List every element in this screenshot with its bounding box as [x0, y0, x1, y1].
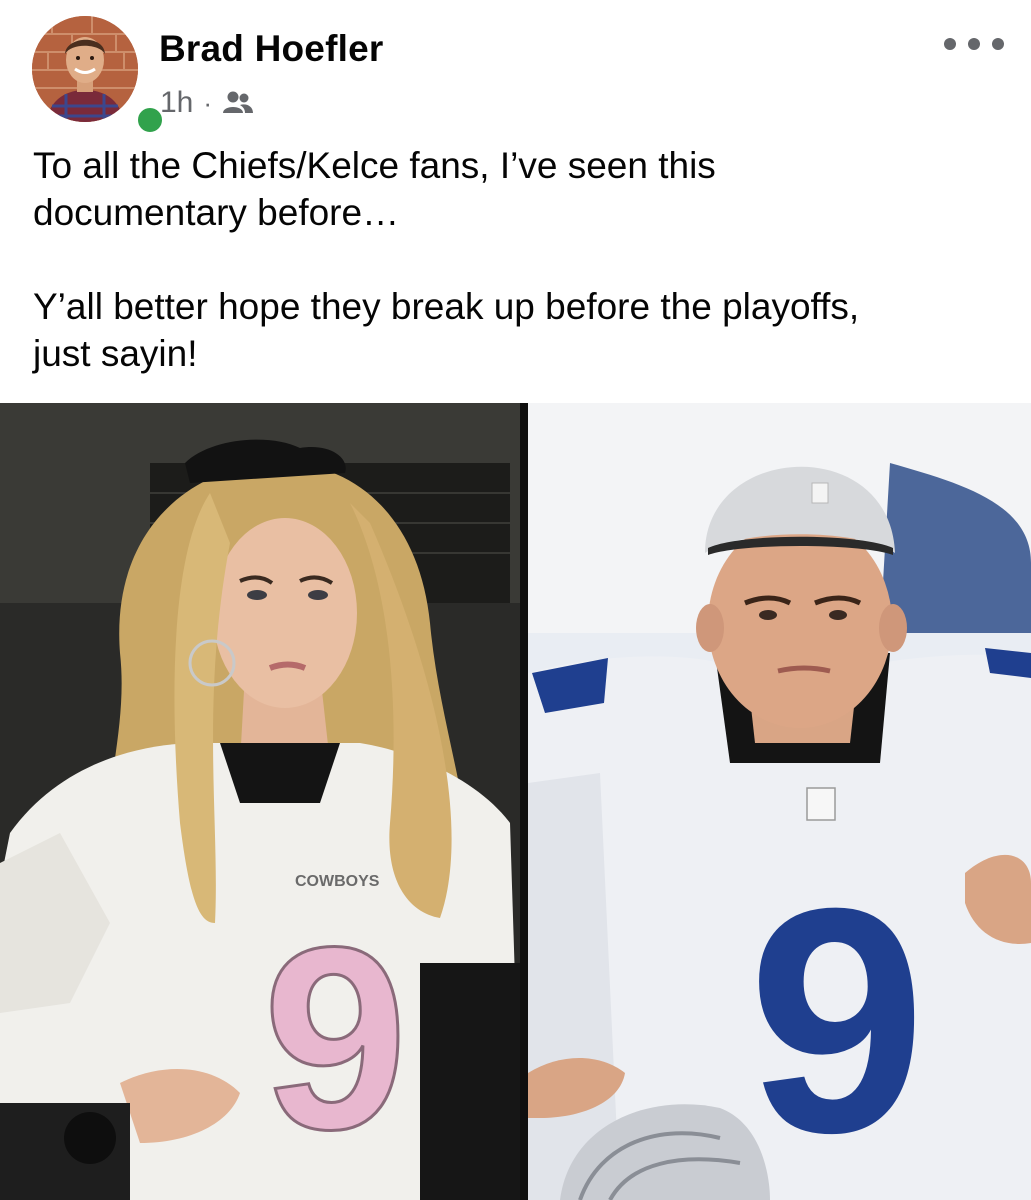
left-photo-panel: COWBOYS 9	[0, 403, 522, 1200]
post-photo[interactable]: COWBOYS 9 9	[0, 403, 1031, 1200]
more-dot	[944, 38, 956, 50]
friends-icon[interactable]	[222, 89, 254, 117]
post-meta: 1h ·	[160, 86, 254, 120]
left-jersey-number: 9	[263, 894, 408, 1184]
meta-separator: ·	[203, 87, 213, 118]
left-jersey-wordmark: COWBOYS	[295, 873, 380, 890]
right-jersey-number: 9	[748, 841, 926, 1199]
author-name[interactable]: Brad Hoefler	[159, 28, 383, 70]
post-text-line: just sayin!	[33, 333, 198, 374]
post-header: Brad Hoefler 1h ·	[0, 0, 1031, 136]
more-options-button[interactable]	[944, 26, 1004, 62]
photo-divider	[520, 403, 528, 1200]
author-avatar[interactable]	[32, 16, 166, 136]
post-message: To all the Chiefs/Kelce fans, I’ve seen …	[33, 142, 993, 377]
post-text-line: To all the Chiefs/Kelce fans, I’ve seen …	[33, 145, 716, 186]
more-dot	[968, 38, 980, 50]
avatar-image	[32, 16, 138, 122]
post-text-line: Y’all better hope they break up before t…	[33, 286, 860, 327]
more-dot	[992, 38, 1004, 50]
right-photo-panel: 9	[528, 403, 1031, 1200]
post-text-line: documentary before…	[33, 192, 400, 233]
post-timestamp[interactable]: 1h	[160, 86, 193, 120]
facebook-post: Brad Hoefler 1h · To all the Chiefs/Kelc…	[0, 0, 1031, 1200]
